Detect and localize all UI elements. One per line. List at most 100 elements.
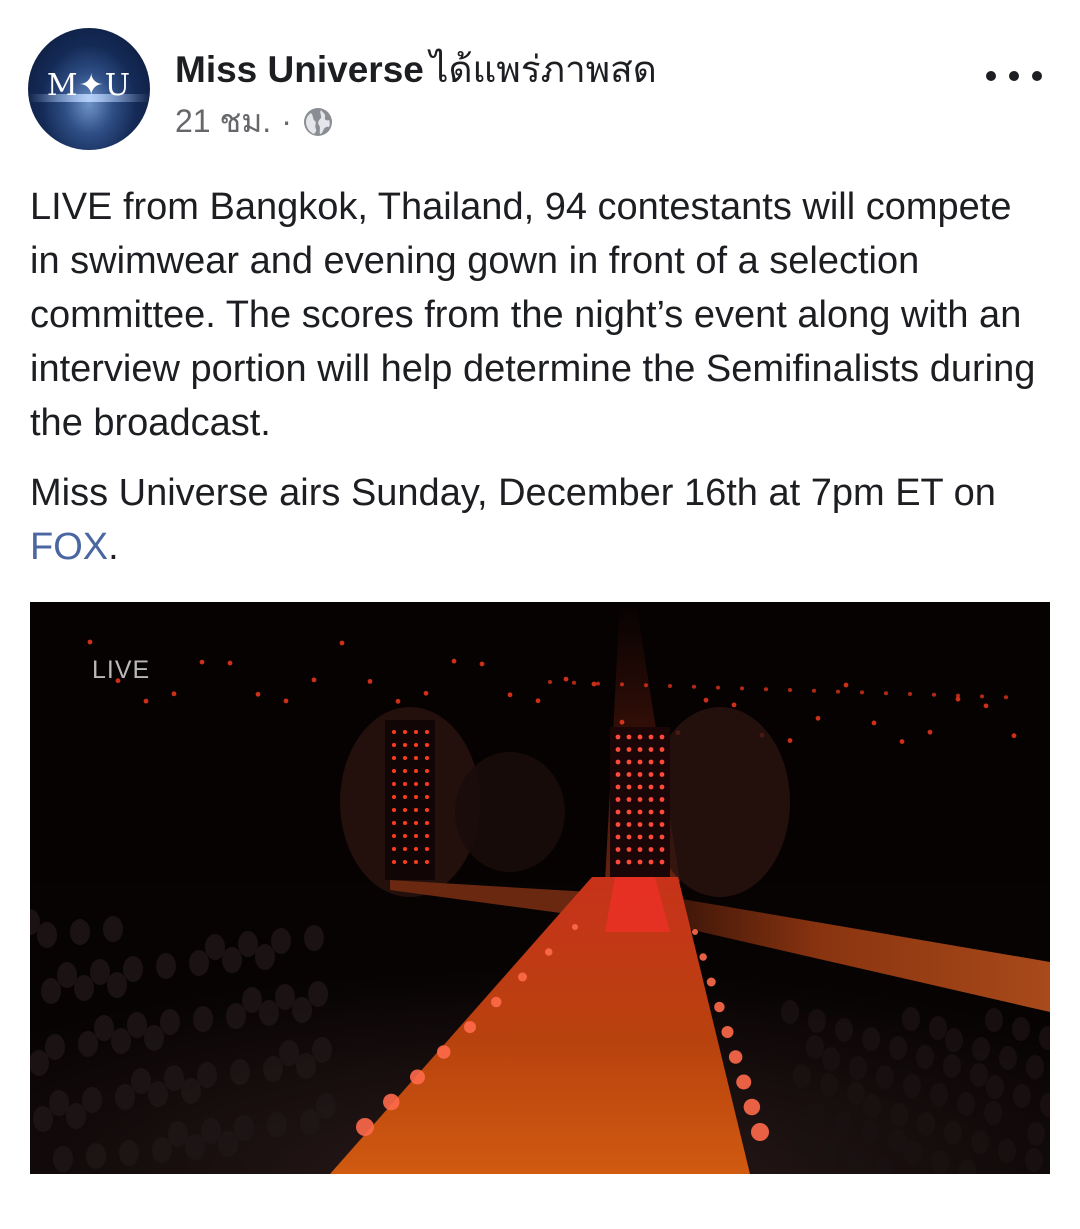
audience-member <box>37 922 57 948</box>
ceiling-light <box>899 739 905 744</box>
led-dot <box>637 847 643 852</box>
audience-member <box>226 1003 246 1029</box>
ceiling-light <box>731 702 737 708</box>
ceiling-light <box>1011 733 1017 739</box>
audience-member <box>57 962 77 988</box>
audience-member <box>849 1056 867 1080</box>
led-dot <box>637 759 643 765</box>
led-dot <box>403 808 407 812</box>
audience-member <box>185 1134 205 1160</box>
audience-member <box>111 1028 131 1054</box>
led-dot <box>615 772 621 777</box>
audience-member <box>168 1121 188 1147</box>
audience-member <box>931 1150 949 1174</box>
author-line: Miss Universe ได้แพร่ภาพสด <box>175 40 657 99</box>
led-dot <box>414 821 418 825</box>
live-badge: LIVE <box>92 656 151 684</box>
runway-edge-light <box>699 953 707 961</box>
audience-member <box>205 934 225 960</box>
led-dot <box>425 834 429 838</box>
audience-member <box>300 1109 320 1135</box>
led-dot <box>637 747 643 752</box>
led-dot <box>648 759 654 765</box>
live-video-player[interactable]: LIVE <box>30 602 1050 1174</box>
audience-member <box>230 1059 250 1085</box>
led-dot <box>392 756 396 760</box>
ceiling-light <box>927 729 933 735</box>
page-avatar[interactable]: M✦U <box>28 28 150 150</box>
post-action-text: ได้แพร่ภาพสด <box>429 49 657 90</box>
audience-member <box>930 1083 948 1107</box>
ceiling-light <box>199 659 205 665</box>
audience-member <box>822 1047 840 1071</box>
ceiling-light <box>983 703 989 709</box>
audience-member <box>862 1027 880 1051</box>
ceiling-light <box>563 676 569 682</box>
led-dot <box>648 847 654 852</box>
led-dot <box>659 809 665 815</box>
audience-member <box>263 1056 283 1082</box>
led-dot <box>659 734 665 740</box>
audience-member <box>986 1075 1004 1099</box>
ceiling-light <box>716 685 720 690</box>
runway-edge-light <box>692 929 698 935</box>
audience-member <box>876 1065 894 1089</box>
led-dot <box>626 772 632 777</box>
audience-member <box>86 1143 106 1169</box>
audience-member <box>902 1007 920 1031</box>
led-dot <box>425 847 429 851</box>
audience-member <box>863 1094 881 1118</box>
audience-member <box>957 1092 975 1116</box>
audience-member <box>998 1139 1016 1163</box>
audience-member <box>127 1012 147 1038</box>
author-name[interactable]: Miss Universe <box>175 49 424 90</box>
led-dot <box>403 847 407 851</box>
post-timestamp[interactable]: 21 ชม. <box>175 96 271 147</box>
ceiling-light <box>591 681 597 687</box>
ceiling-light <box>87 639 93 645</box>
audience-member <box>821 1140 839 1164</box>
fox-link[interactable]: FOX <box>30 526 108 568</box>
more-options-button[interactable] <box>986 56 1042 96</box>
led-dot <box>403 795 407 799</box>
led-dot <box>615 747 621 752</box>
led-dot <box>425 756 429 760</box>
led-dot <box>615 797 621 802</box>
led-dot <box>637 859 643 865</box>
led-dot <box>648 784 654 790</box>
audience-member <box>33 1106 53 1132</box>
led-dot <box>392 743 396 747</box>
led-dot <box>392 769 396 773</box>
led-dot <box>648 834 654 840</box>
ceiling-light <box>451 658 457 664</box>
runway-edge-light <box>545 948 553 956</box>
led-dot <box>626 834 632 840</box>
led-dot <box>659 759 665 765</box>
led-dot <box>626 847 632 852</box>
led-dot <box>615 847 621 852</box>
led-dot <box>659 772 665 777</box>
led-dot <box>403 821 407 825</box>
ceiling-light <box>740 686 744 691</box>
led-dot <box>403 756 407 760</box>
ceiling-light <box>143 698 149 704</box>
audience-member <box>808 1009 826 1033</box>
led-dot <box>403 743 407 747</box>
audience-member <box>806 1035 824 1059</box>
runway-edge-light <box>736 1074 752 1090</box>
led-dot <box>615 759 621 765</box>
audience-member <box>888 1129 906 1153</box>
ceiling-light <box>787 738 793 743</box>
audience-member <box>848 1149 866 1173</box>
audience-member <box>131 1068 151 1094</box>
audience-member <box>1012 1017 1030 1041</box>
post-header: M✦U Miss Universe ได้แพร่ภาพสด 21 ชม. · <box>0 0 1080 160</box>
ceiling-light <box>932 692 936 697</box>
led-dot <box>637 809 643 815</box>
audience-member <box>271 928 291 954</box>
audience-member <box>984 1101 1002 1125</box>
stage-video-frame <box>30 602 1050 1174</box>
led-dot <box>425 808 429 812</box>
led-dot <box>403 730 407 734</box>
led-dot <box>425 769 429 773</box>
